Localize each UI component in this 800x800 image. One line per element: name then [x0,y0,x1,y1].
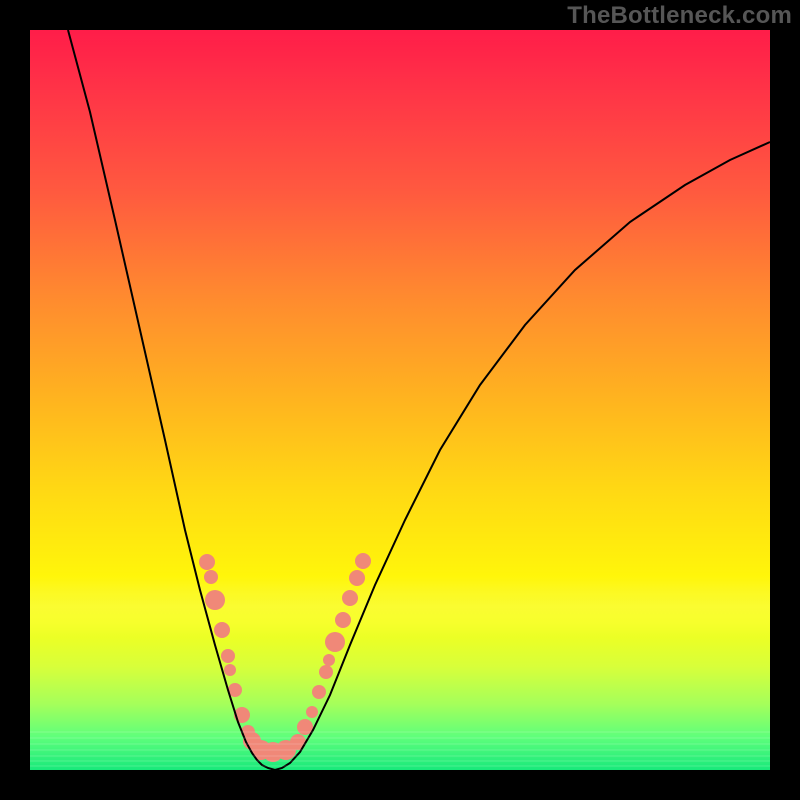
data-point-marker [323,654,335,666]
data-point-marker [221,649,235,663]
data-point-marker [306,706,318,718]
curve-right [275,142,770,770]
data-point-marker [349,570,365,586]
data-point-marker [319,665,333,679]
plot-area [30,30,770,770]
data-point-marker [204,570,218,584]
chart-frame: TheBottleneck.com [0,0,800,800]
curve-left [68,30,275,770]
data-point-marker [199,554,215,570]
data-point-marker [335,612,351,628]
data-point-marker [224,664,236,676]
bottom-lines [30,732,770,766]
curve-svg [30,30,770,770]
data-point-marker [355,553,371,569]
data-point-marker [205,590,225,610]
data-point-marker [342,590,358,606]
watermark-text: TheBottleneck.com [567,2,792,30]
data-point-marker [312,685,326,699]
data-point-marker [214,622,230,638]
data-point-marker [325,632,345,652]
